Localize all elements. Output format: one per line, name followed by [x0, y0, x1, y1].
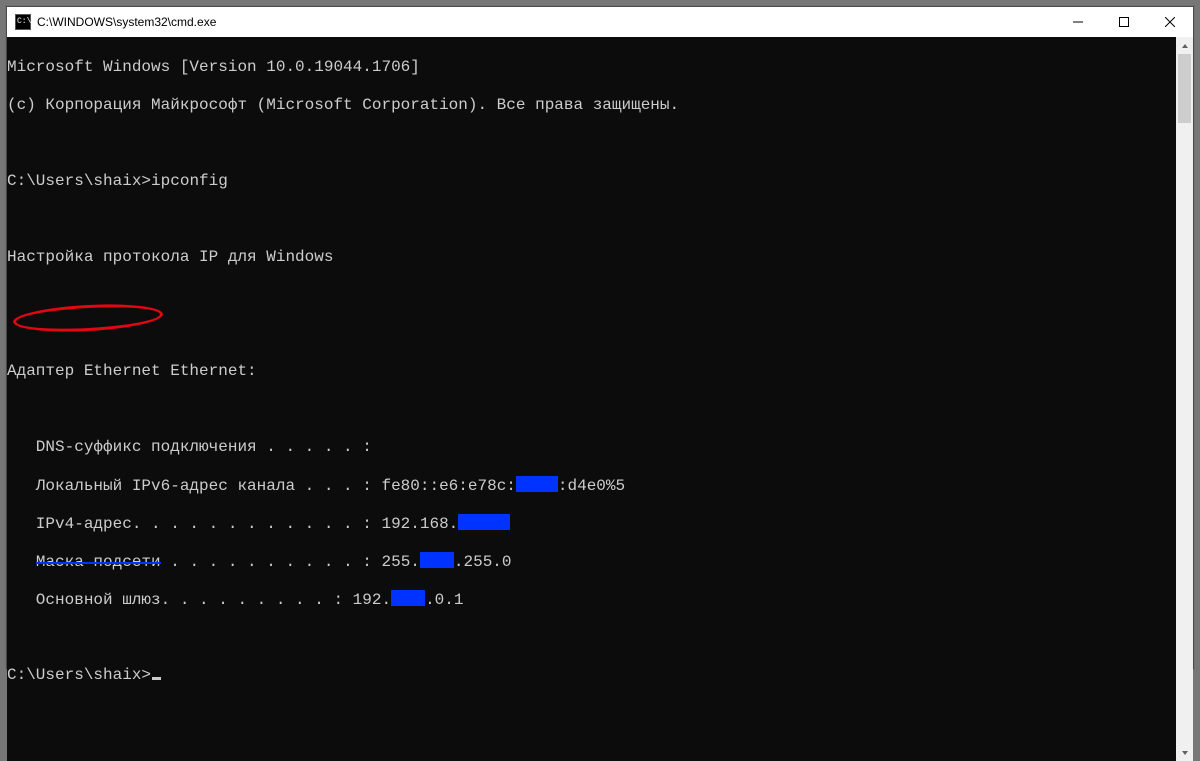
minimize-button[interactable] [1055, 7, 1101, 37]
banner-line: Microsoft Windows [Version 10.0.19044.17… [7, 58, 420, 76]
field-label: Основной шлюз. . . . . . . . . : [7, 591, 353, 609]
maximize-button[interactable] [1101, 7, 1147, 37]
field-value: 192. [353, 591, 391, 609]
field-label: . . . . . . . . . . : [161, 553, 382, 571]
command-text: ipconfig [151, 172, 228, 190]
scroll-down-button[interactable] [1176, 744, 1193, 761]
banner-line: (c) Корпорация Майкрософт (Microsoft Cor… [7, 96, 679, 114]
section-heading: Настройка протокола IP для Windows [7, 248, 333, 266]
scroll-thumb[interactable] [1178, 54, 1191, 123]
field-label: Локальный IPv6-адрес канала . . . : [7, 477, 381, 495]
prompt: C:\Users\shaix> [7, 666, 151, 684]
censor-bar [458, 514, 510, 530]
vertical-scrollbar[interactable] [1176, 37, 1193, 761]
adapter-heading: Адаптер Ethernet Ethernet: [7, 362, 257, 380]
struck-text: Маска подсети [36, 553, 161, 572]
close-button[interactable] [1147, 7, 1193, 37]
prompt: C:\Users\shaix> [7, 172, 151, 190]
field-value: 192.168. [381, 515, 458, 533]
censor-bar [516, 476, 558, 492]
censor-bar [391, 590, 425, 606]
cmd-icon [15, 14, 31, 30]
cmd-window: C:\WINDOWS\system32\cmd.exe Microsoft Wi… [6, 6, 1194, 669]
field-value: :d4e0%5 [558, 477, 625, 495]
terminal-output[interactable]: Microsoft Windows [Version 10.0.19044.17… [7, 37, 1176, 761]
field-label: IPv4-адрес. . . . . . . . . . . . : [7, 515, 381, 533]
field-label: DNS-суффикс подключения . . . . . : [7, 438, 372, 456]
titlebar[interactable]: C:\WINDOWS\system32\cmd.exe [7, 7, 1193, 37]
scroll-up-button[interactable] [1176, 37, 1193, 54]
field-value: .0.1 [425, 591, 463, 609]
field-label [7, 553, 36, 571]
censor-bar [420, 552, 454, 568]
window-title: C:\WINDOWS\system32\cmd.exe [37, 15, 216, 29]
scroll-track[interactable] [1176, 54, 1193, 744]
field-value: 255. [381, 553, 419, 571]
cursor [152, 677, 161, 680]
field-value: .255.0 [454, 553, 512, 571]
field-value: fe80::e6:e78c: [381, 477, 515, 495]
